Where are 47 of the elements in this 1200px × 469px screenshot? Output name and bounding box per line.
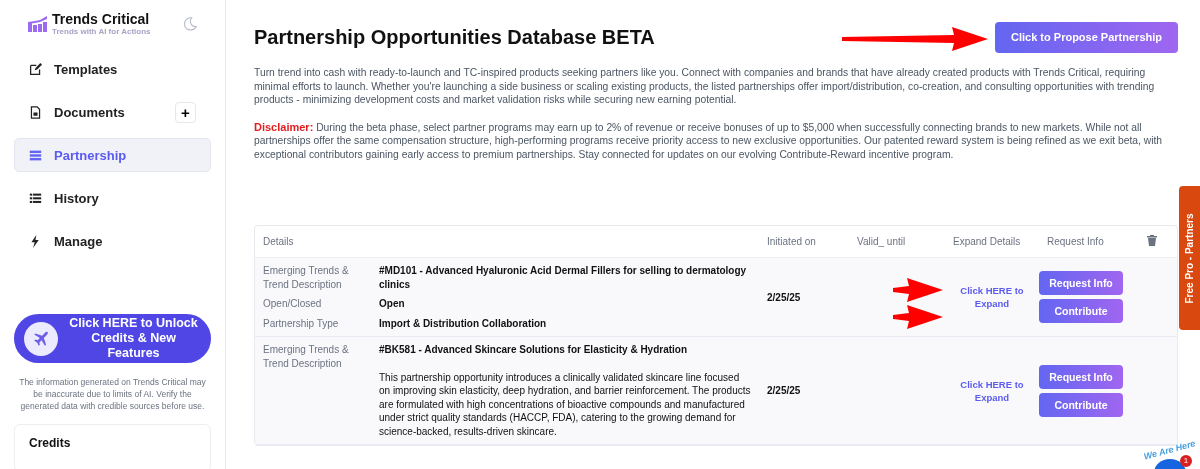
expand-link[interactable]: Click HERE to Expand [945,377,1039,404]
propose-partnership-button[interactable]: Click to Propose Partnership [995,21,1178,53]
detail-value: Open [379,297,406,311]
stack-icon [29,148,42,162]
credits-title: Credits [29,436,71,450]
detail-label: Partnership Type [262,316,340,330]
notification-badge: 1 [1180,455,1192,467]
brand-tagline: Trends with AI for Actions [52,27,151,36]
detail-label: Emerging Trends & Trend Description [262,343,350,371]
arrow-annotation [893,305,943,329]
request-info-button[interactable]: Request Info [1039,271,1123,295]
column-header: Initiated on [766,236,817,247]
column-header: Valid_ until [856,236,907,247]
trash-icon[interactable] [1147,235,1157,246]
nav-item[interactable]: Templates [14,52,211,86]
nav-item[interactable]: Manage [14,224,211,258]
nav-item[interactable]: Documents + [14,95,211,129]
logo-icon [28,16,48,32]
arrow-annotation [893,278,943,302]
nav-item[interactable]: History [14,181,211,215]
ai-disclaimer-text: The information generated on Trends Critical may be inaccurate due to limits of AI. Verify the generated data with credible sources before use. [18,376,207,412]
column-header: Details [262,236,295,247]
detail-value: Import & Distribution Collaboration [379,316,548,330]
side-tab[interactable]: Free Pro - Partners [1179,186,1200,330]
detail-value: #MD101 - Advanced Hyaluronic Acid Dermal Fillers for selling to dermatology clinics [379,264,748,291]
airplane-icon [32,329,50,348]
initiated-date: 2/25/25 [766,291,802,303]
page-title: Partnership Opportunities Database BETA [254,25,655,49]
edit-icon [29,62,42,76]
contribute-button[interactable]: Contribute [1039,392,1123,417]
request-info-button[interactable]: Request Info [1039,364,1123,389]
nav-item[interactable]: Partnership [14,138,211,172]
expand-link[interactable]: Click HERE to Expand [945,284,1039,310]
list-icon [29,191,42,205]
column-header: Request Info [1046,236,1105,247]
brand-title: Trends Critical [52,12,151,27]
initiated-date: 2/25/25 [766,385,802,396]
detail-label: Open/Closed [262,297,323,311]
unlock-credits-button[interactable]: Click HERE to Unlock Credits & New Features [14,314,211,363]
detail-value: #BK581 - Advanced Skincare Solutions for Elasticity & Hydration This partnership opportunity introduces a clinically validated skincare line focused on improving skin elasticity, deep hydration, and barrier reinforcement. The products are formulated with high concentrations of bioactive compounds and manufactured under strict quality standards (HACCP, FDA), catering to the growing demand for science-backed, results-driven skincare. [379,343,752,438]
disclaimer-paragraph: Disclaimer: During the beta phase, select partner programs may earn up to 2% of revenue or receive bonuses of up to $5,000 when successfully connecting brands to new markets. While not all partnerships offer the same compensation structure, high-performing programs receive priority access to new exclusive opportunities. Our patented reward system is being refined as we exit beta, with exceptional contributors gaining early access to premium partnerships. Stay connected for updates on our evolving Contribute-Reward incentive program. [254,120,1164,161]
detail-label: Emerging Trends & Trend Description [262,264,350,291]
column-header: Expand Details [952,236,1022,247]
document-icon [29,105,42,119]
intro-paragraph: Turn trend into cash with ready-to-launch and TC-inspired products seeking partners like you. Connect with companies and brands that have already created products with Trends Critical, requiring minimal efforts to launch. Whether you're launching a side business or scaling existing products, the listed partnerships offer import/distribution, co-creation, and consulting opportunities with trending products - minimizing development costs and market validation risks while securing new earning potential. [254,66,1156,107]
contribute-button[interactable]: Contribute [1039,299,1123,323]
add-button[interactable]: + [175,101,196,123]
